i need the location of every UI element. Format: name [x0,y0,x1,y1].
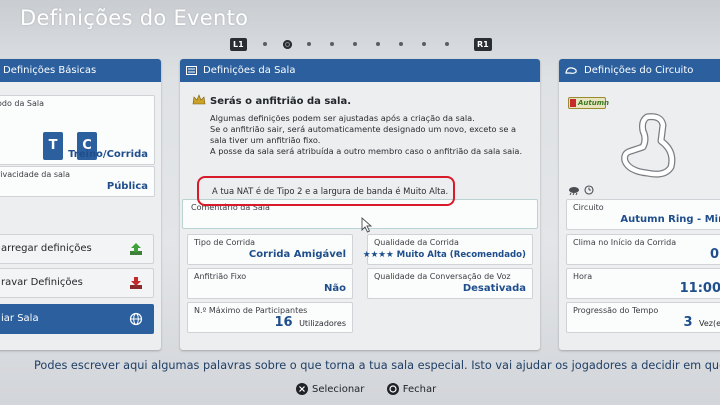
room-settings-header: Definições da Sala [180,59,540,82]
time-value: 11:00 [679,281,720,296]
page-dot [445,42,449,46]
load-settings-label: arregar definições [1,243,92,254]
create-room-button[interactable]: iar Sala [0,304,154,334]
time-label: Hora [573,272,593,281]
load-settings-button[interactable]: arregar definições [0,234,154,264]
page-dot [307,42,311,46]
host-description: Algumas definições podem ser ajustadas a… [210,113,530,157]
time-field[interactable]: Hora 11:00 [566,268,720,299]
time-progression-value: 3 [683,315,693,330]
circuit-settings-panel: Definições do Circuito Autumn Circuito A… [559,59,720,350]
circuit-settings-header: Definições do Circuito [559,59,720,82]
race-quality-value: ★★★★ Muito Alta (Recomendado) [362,250,526,260]
track-icon [565,66,577,74]
race-type-label: Tipo de Corrida [194,238,256,247]
max-players-field[interactable]: N.º Máximo de Participantes 16 Utilizado… [187,302,353,333]
race-type-field[interactable]: Tipo de Corrida Corrida Amigável [187,234,353,265]
fixed-host-value: Não [324,283,346,294]
crown-icon [192,94,206,105]
page-indicator: L1 R1 [230,38,492,52]
basic-settings-panel: Definições Básicas odo da Sala T C Trein… [0,59,161,350]
start-weather-value: 0 [709,247,719,262]
circuit-logo-text: Autumn [578,99,610,107]
room-privacy-value: Pública [106,181,148,192]
close-label: Fechar [402,384,437,395]
room-mode-value: Treino/Corrida [68,149,148,160]
host-line: Algumas definições podem ser ajustadas a… [210,113,475,123]
time-progression-field[interactable]: Progressão do Tempo 3 Vez(e [566,302,720,333]
save-settings-label: ravar Definições [1,277,83,288]
room-mode-label: odo da Sala [0,99,45,108]
page-dot [263,42,267,46]
upload-icon [130,243,142,255]
max-players-value: 16 [274,315,293,330]
circuit-logo: Autumn [568,97,610,109]
select-label: Selecionar [312,384,365,395]
circuit-label: Circuito [573,203,604,212]
room-settings-title: Definições da Sala [203,65,296,76]
help-hint: Podes escrever aqui algumas palavras sob… [34,359,720,372]
max-players-unit: Utilizadores [299,319,346,328]
time-progression-value-group: 3 Vez(e [683,315,720,330]
cursor-pointer-icon [361,217,373,233]
globe-icon [129,312,143,326]
time-progression-label: Progressão do Tempo [573,306,659,315]
create-room-label: iar Sala [1,313,39,324]
list-icon [186,65,197,75]
circle-button-icon [386,383,399,395]
page-dot [399,42,403,46]
page-dot [353,42,357,46]
button-legend: Selecionar Fechar [296,383,436,395]
race-quality-field[interactable]: Qualidade da Corrida ★★★★ Muito Alta (Re… [363,234,533,265]
circuit-field[interactable]: Circuito Autumn Ring - Mir [566,199,720,230]
page-dot [422,42,426,46]
room-privacy-label: rivacidade da sala [0,170,71,179]
host-title: Serás o anfitrião da sala. [210,96,352,107]
circuit-value: Autumn Ring - Mir [620,214,720,225]
max-players-label: N.º Máximo de Participantes [194,306,308,315]
host-line: A posse da sala será atribuída a outro m… [210,146,523,156]
start-weather-field[interactable]: Clima no Início da Corrida 0 [566,234,720,265]
room-privacy-field[interactable]: rivacidade da sala Pública [0,166,155,197]
time-progression-unit: Vez(e [698,319,720,328]
page-dot-active [283,40,292,49]
start-weather-label: Clima no Início da Corrida [573,238,677,247]
clock-icon [584,185,594,195]
weather-icon [569,187,579,195]
l1-key[interactable]: L1 [230,38,247,51]
download-icon [130,277,142,289]
page-dot [376,42,380,46]
room-settings-panel: Definições da Sala Serás o anfitrião da … [180,59,540,350]
track-map [621,113,676,178]
mode-t-box: T [43,132,63,160]
basic-settings-header: Definições Básicas [0,59,161,82]
save-settings-button[interactable]: ravar Definições [0,268,154,298]
page-title: Definições do Evento [20,6,249,30]
voice-quality-field[interactable]: Qualidade da Conversação de Voz Desativa… [367,268,533,299]
max-players-value-group: 16 Utilizadores [274,315,346,330]
voice-quality-label: Qualidade da Conversação de Voz [374,272,511,281]
voice-quality-value: Desativada [462,283,526,294]
race-quality-label: Qualidade da Corrida [374,238,459,247]
host-line: sala tiver um anfitrião fixo. [210,135,321,145]
race-type-value: Corrida Amigável [248,249,346,260]
r1-key[interactable]: R1 [474,38,492,51]
circuit-settings-title: Definições do Circuito [584,65,694,76]
close-hint[interactable]: Fechar [386,383,437,395]
room-mode-field[interactable]: odo da Sala T C Treino/Corrida [0,95,155,165]
fixed-host-field[interactable]: Anfitrião Fixo Não [187,268,353,299]
fixed-host-label: Anfitrião Fixo [194,272,247,281]
page-dot [330,42,334,46]
nat-status-callout: A tua NAT é de Tipo 2 e a largura de ban… [197,176,455,206]
host-line: Se o anfitrião sair, será automaticament… [210,124,517,134]
cross-button-icon [296,383,308,395]
select-hint[interactable]: Selecionar [296,383,364,395]
